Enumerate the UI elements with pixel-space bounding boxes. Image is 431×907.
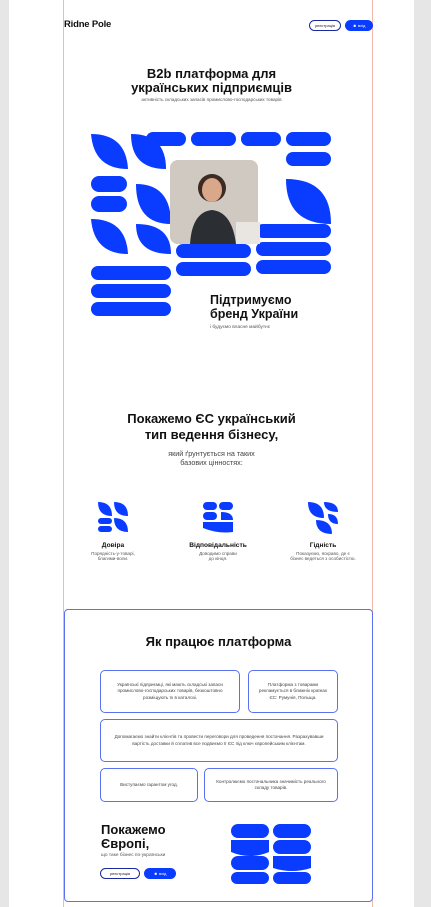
how-it-works-title: Як працює платформа <box>145 634 292 649</box>
dignity-icon <box>308 502 338 534</box>
values-title-line1: Покажемо ЄС український <box>127 411 296 426</box>
value-card-responsibility: Відповідальність Доводимо справи до кінц… <box>176 500 260 561</box>
hero-subtitle: активність складських запасів промислово… <box>141 97 282 102</box>
login-label: вхід <box>158 871 167 876</box>
logo[interactable]: Ridne Pole <box>64 19 111 30</box>
support-subtitle: і будуємо власне майбутнє <box>210 325 271 330</box>
hero-title-line2: українських підприємців <box>131 80 292 95</box>
register-button[interactable]: реєстрація <box>309 20 341 31</box>
support-title-line1: Підтримуємо <box>210 293 292 307</box>
value-desc-line2: благими-воли. <box>97 556 129 561</box>
values-title: Покажемо ЄС український тип ведення бізн… <box>9 411 414 443</box>
europe-subtitle: що таке бізнес по-українськи <box>101 853 166 858</box>
value-title: Довіра <box>101 542 125 549</box>
value-card-trust: Довіра Порядність-у-товарі, благими-воли… <box>71 500 155 561</box>
value-title: Відповідальність <box>189 542 247 549</box>
values-subtitle-line2: базових цінностях: <box>180 458 243 467</box>
info-card: Виступаємо гарантом угод. <box>100 768 198 802</box>
how-it-works-panel: Як працює платформа Українські підприємц… <box>64 609 373 902</box>
info-card: Українські підприємці, які мають складсь… <box>100 670 240 713</box>
user-icon: ☻ <box>352 23 357 28</box>
hero-title-line1: B2b платформа для <box>146 66 277 81</box>
europe-register-button[interactable]: реєстрація <box>100 868 140 879</box>
values-subtitle: який ґрунтується на таких базових ціннос… <box>9 449 414 467</box>
login-button[interactable]: ☻ вхід <box>345 20 373 31</box>
page: Ridne Pole реєстрація ☻ вхід B2b платфор… <box>9 0 414 907</box>
support-title: Підтримуємо бренд України <box>210 293 298 321</box>
hero-title: B2b платформа для українських підприємці… <box>9 67 414 95</box>
europe-login-button[interactable]: ☻ вхід <box>144 868 176 879</box>
info-card: Контролюємо постачальника значимість реа… <box>204 768 338 802</box>
values-subtitle-line1: який ґрунтується на таких <box>168 449 255 458</box>
trust-icon <box>98 502 128 532</box>
value-card-dignity: Гідність Показуємо, яскраво, де є бізнес… <box>281 500 365 561</box>
hero-photo <box>170 160 260 244</box>
login-label: вхід <box>357 23 366 28</box>
responsibility-icon <box>203 502 233 533</box>
info-card: Платформа з товарами рекламується в ближ… <box>248 670 338 713</box>
europe-title: Покажемо Європі, <box>101 823 166 851</box>
value-desc-line2: до кінця. <box>208 556 228 561</box>
user-icon: ☻ <box>153 871 158 876</box>
europe-title-line1: Покажемо <box>101 822 166 837</box>
value-title: Гідність <box>309 542 337 549</box>
info-card: Допомагаємо знайти клієнтів та провести … <box>100 719 338 762</box>
europe-graphic <box>231 824 311 884</box>
europe-title-line2: Європі, <box>101 836 150 851</box>
support-title-line2: бренд України <box>210 307 299 321</box>
values-title-line2: тип ведення бізнесу, <box>144 427 279 442</box>
value-desc-line2: бізнес ведеться з особистістю. <box>290 556 356 561</box>
